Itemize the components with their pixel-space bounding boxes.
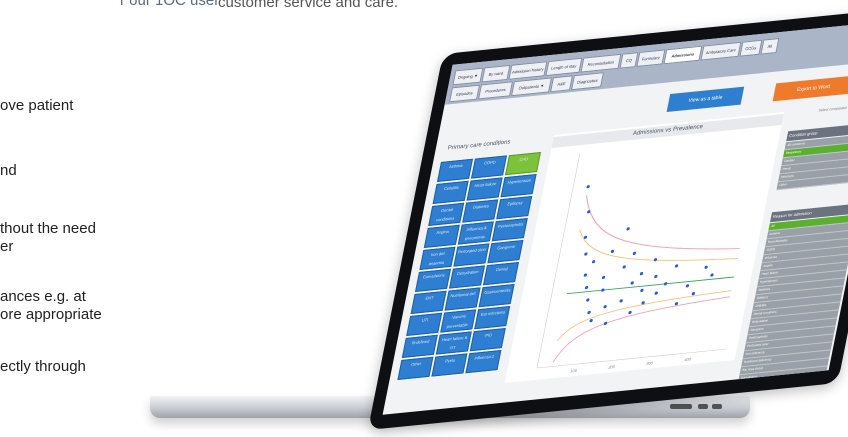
data-point xyxy=(610,249,615,253)
condition-button[interactable]: Pyelo xyxy=(431,353,468,377)
data-point xyxy=(603,321,608,326)
data-point xyxy=(622,265,626,269)
condition-button-grid: Asthma COPD CHD Cellulitis Heart failure Hype… xyxy=(397,152,545,380)
x-tick-label: 100 xyxy=(570,368,578,374)
data-point xyxy=(603,305,607,309)
tab-outpatients[interactable]: Outpatients ▼ xyxy=(511,77,552,97)
data-point xyxy=(589,319,593,323)
data-point xyxy=(653,258,658,262)
condition-button[interactable]: Dehydration xyxy=(449,265,485,289)
tab-diagnostics[interactable]: Diagnostics xyxy=(571,72,604,91)
data-point xyxy=(632,251,637,256)
condition-button[interactable]: Angina xyxy=(423,224,460,248)
upper-warning-line xyxy=(579,229,738,261)
condition-button[interactable]: Vaccine preventable xyxy=(440,309,477,333)
condition-button[interactable]: Dental conditions xyxy=(428,202,465,226)
reason-item[interactable]: Other xyxy=(734,382,825,400)
condition-button[interactable]: COPD xyxy=(471,155,507,179)
data-point xyxy=(663,282,668,286)
condition-button[interactable]: Heart failure & HT xyxy=(435,331,472,355)
data-point xyxy=(674,302,679,306)
x-axis xyxy=(536,348,728,369)
data-point xyxy=(710,273,714,277)
condition-button[interactable]: Pyelonephritis xyxy=(491,218,528,242)
data-point xyxy=(654,274,658,279)
condition-button[interactable]: Influenza 2 xyxy=(465,350,502,374)
tab-procedures[interactable]: Procedures xyxy=(478,81,513,100)
sidebar-note: Select comparator ... xyxy=(818,105,848,113)
condition-button[interactable]: Epilepsy xyxy=(496,196,533,220)
scatter-chart: Admissions vs Prevalence 100 200 300 400 xyxy=(504,112,785,383)
mean-line xyxy=(566,276,735,295)
screen-bezel: Ongoing ▼ By ward Admission history Length … xyxy=(367,7,848,430)
x-tick-label: 200 xyxy=(608,364,616,370)
condition-button[interactable]: Hypertension xyxy=(500,174,537,198)
tab-admission-history[interactable]: Admission history xyxy=(508,61,548,80)
condition-button[interactable]: Dental xyxy=(483,262,519,286)
data-point xyxy=(630,281,634,285)
data-point xyxy=(639,272,644,276)
condition-button[interactable]: Nutritional def. xyxy=(444,287,481,311)
y-axis xyxy=(536,153,581,369)
data-point xyxy=(601,275,606,280)
condition-button[interactable]: Iron def. anaemia xyxy=(419,246,456,270)
data-point xyxy=(584,252,588,256)
data-point xyxy=(640,288,644,292)
data-point xyxy=(691,292,696,296)
x-tick-label: 400 xyxy=(684,356,692,362)
condition-button[interactable]: PID xyxy=(469,328,506,352)
tab-a-e[interactable]: A&E xyxy=(550,75,573,93)
view-as-table-button[interactable]: View as a table xyxy=(666,86,745,112)
data-point xyxy=(654,291,658,295)
condition-button[interactable]: Other xyxy=(397,356,434,380)
data-point xyxy=(628,310,632,315)
data-point xyxy=(685,284,690,288)
tab-ongoing[interactable]: Ongoing ▼ xyxy=(452,67,484,86)
condition-button[interactable]: UTI xyxy=(406,312,443,336)
condition-button[interactable]: Convulsions xyxy=(415,268,451,292)
lower-control-line xyxy=(552,296,731,363)
x-tick-label: 300 xyxy=(646,360,654,366)
condition-button[interactable]: Influenza & pneumonia xyxy=(457,221,494,245)
condition-button[interactable]: Perforated ulcer xyxy=(453,243,490,267)
condition-button[interactable]: Gangrene xyxy=(487,240,524,264)
laptop: Ongoing ▼ By ward Admission history Length … xyxy=(0,0,848,437)
data-point xyxy=(619,299,623,303)
condition-button[interactable]: Heart failure xyxy=(466,177,503,201)
data-point xyxy=(601,288,605,292)
condition-button[interactable]: ENT xyxy=(410,290,447,314)
upper-control-line xyxy=(585,195,740,250)
data-point xyxy=(626,227,630,231)
tab-ambulatory-care[interactable]: Ambulatory Care xyxy=(700,41,742,61)
condition-button[interactable]: Ill-defined xyxy=(401,334,438,358)
tab-episodes[interactable]: Episodes xyxy=(449,84,480,103)
tab-by-ward[interactable]: By ward xyxy=(481,64,511,83)
tab-ccgs[interactable]: CCGs xyxy=(739,39,763,57)
condition-button[interactable]: Cellulitis xyxy=(432,180,469,204)
tab-all[interactable]: All xyxy=(760,38,780,55)
tab-reconsultation[interactable]: Reconsultation xyxy=(580,53,622,73)
data-point xyxy=(704,265,708,269)
data-point xyxy=(592,260,596,264)
condition-button[interactable]: Asthma xyxy=(437,158,473,182)
data-point xyxy=(586,298,590,302)
screen: Ongoing ▼ By ward Admission history Length … xyxy=(348,7,848,430)
panel-title: Primary care conditions xyxy=(447,139,511,152)
condition-button[interactable]: Ear infections xyxy=(474,306,511,330)
export-to-word-button[interactable]: Export to Word xyxy=(772,75,848,102)
data-point xyxy=(674,264,679,268)
condition-button[interactable]: Diabetes xyxy=(462,199,499,223)
data-point xyxy=(587,310,591,315)
tab-admissions[interactable]: Admissions xyxy=(663,45,703,65)
chart-svg: 100 200 300 400 xyxy=(536,153,740,374)
tab-formulary[interactable]: Formulary xyxy=(636,49,666,67)
app-display: Ongoing ▼ By ward Admission history Length … xyxy=(382,20,848,415)
data-point xyxy=(586,185,590,189)
data-point xyxy=(583,273,588,277)
tab-length-of-stay[interactable]: Length of stay xyxy=(545,57,583,77)
data-point xyxy=(583,235,588,239)
condition-button[interactable]: Gastroenteritis xyxy=(478,284,515,308)
condition-button[interactable]: CHD xyxy=(505,152,541,176)
data-point xyxy=(584,285,589,290)
